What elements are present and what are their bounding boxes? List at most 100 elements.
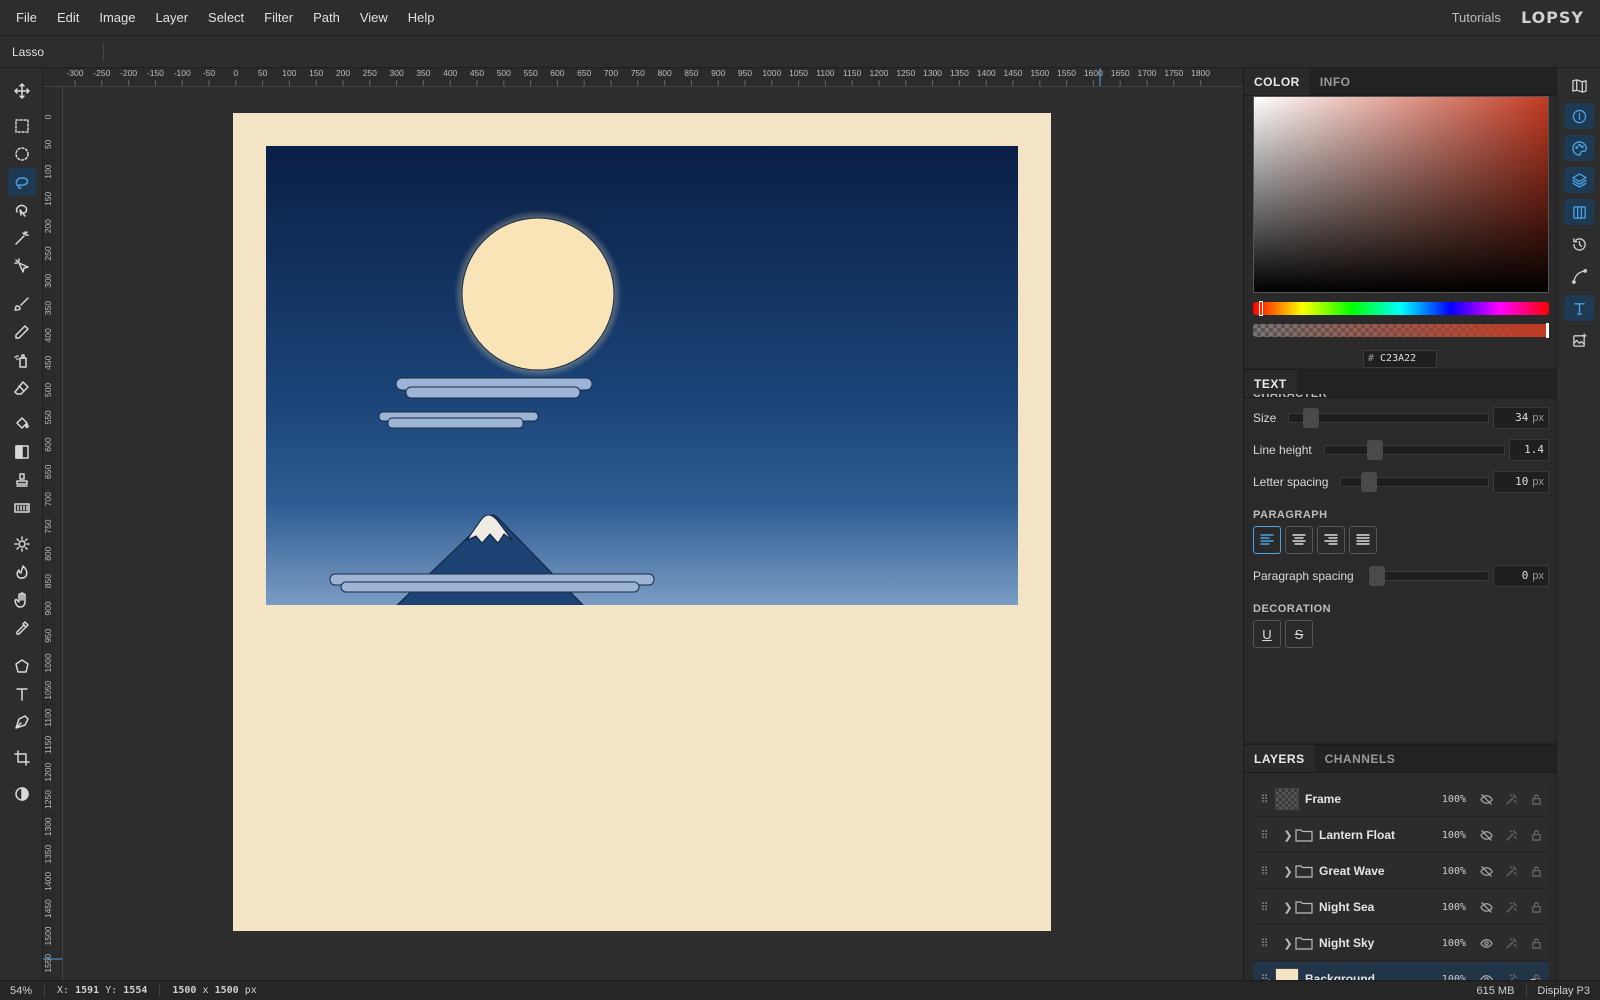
strikethrough-button[interactable]: S	[1285, 620, 1313, 648]
layers-panel-button[interactable]	[1564, 167, 1594, 193]
text-panel-button[interactable]	[1564, 295, 1594, 321]
channels-panel-button[interactable]	[1564, 199, 1594, 225]
menu-layer[interactable]: Layer	[146, 10, 199, 25]
image-panel-button[interactable]	[1564, 327, 1594, 353]
quick-select-tool[interactable]	[8, 252, 36, 280]
tab-channels[interactable]: CHANNELS	[1315, 745, 1406, 772]
chevron-right-icon[interactable]: ❯	[1275, 829, 1295, 842]
gradient-tool[interactable]	[8, 438, 36, 466]
effects-icon[interactable]	[1499, 865, 1524, 878]
layer-opacity[interactable]: 100%	[1426, 902, 1466, 913]
pattern-tool[interactable]	[8, 494, 36, 522]
paragraph-spacing-input[interactable]: 0 px	[1493, 565, 1549, 587]
paths-panel-button[interactable]	[1564, 263, 1594, 289]
layer-opacity[interactable]: 100%	[1426, 794, 1466, 805]
tab-layers[interactable]: LAYERS	[1244, 745, 1315, 772]
dodge-tool[interactable]	[8, 530, 36, 558]
drag-handle-icon[interactable]: ⠿	[1253, 793, 1275, 806]
menu-path[interactable]: Path	[303, 10, 350, 25]
menu-filter[interactable]: Filter	[254, 10, 303, 25]
chevron-right-icon[interactable]: ❯	[1275, 901, 1295, 914]
size-input[interactable]: 34 px	[1493, 407, 1549, 429]
lock-icon[interactable]	[1524, 937, 1549, 950]
line-height-slider[interactable]	[1323, 440, 1505, 460]
alpha-handle[interactable]	[1546, 323, 1549, 338]
pencil-tool[interactable]	[8, 318, 36, 346]
polygon-tool[interactable]	[8, 652, 36, 680]
size-slider[interactable]	[1288, 408, 1489, 428]
menu-image[interactable]: Image	[89, 10, 145, 25]
layer-name[interactable]: Night Sky	[1319, 936, 1426, 950]
eye-off-icon[interactable]	[1474, 793, 1499, 806]
eye-icon[interactable]	[1474, 937, 1499, 950]
lock-icon[interactable]	[1524, 865, 1549, 878]
menu-file[interactable]: File	[0, 10, 47, 25]
lock-icon[interactable]	[1524, 829, 1549, 842]
pen-tool[interactable]	[8, 708, 36, 736]
effects-icon[interactable]	[1499, 937, 1524, 950]
letter-spacing-input[interactable]: 10 px	[1493, 471, 1549, 493]
letter-spacing-slider-knob[interactable]	[1361, 472, 1378, 492]
hue-handle[interactable]	[1259, 301, 1263, 316]
paragraph-spacing-slider-knob[interactable]	[1368, 566, 1385, 586]
tab-text[interactable]: TEXT	[1244, 370, 1297, 397]
layer-row[interactable]: ⠿ ❯ Night Sea 100%	[1253, 890, 1549, 925]
canvas-area[interactable]	[63, 87, 1243, 980]
align-left-button[interactable]	[1253, 526, 1281, 554]
object-select-tool[interactable]	[8, 196, 36, 224]
burn-tool[interactable]	[8, 558, 36, 586]
drag-handle-icon[interactable]: ⠿	[1253, 865, 1275, 878]
contrast-tool[interactable]	[8, 780, 36, 808]
hex-input[interactable]: # C23A22	[1363, 350, 1437, 368]
layer-row[interactable]: ⠿ ❯ Lantern Float 100%	[1253, 818, 1549, 853]
alpha-slider[interactable]	[1253, 323, 1549, 338]
layer-name[interactable]: Night Sea	[1319, 900, 1426, 914]
eyedropper-tool[interactable]	[8, 614, 36, 642]
lasso-tool[interactable]	[8, 168, 36, 196]
layer-opacity[interactable]: 100%	[1426, 830, 1466, 841]
line-height-slider-knob[interactable]	[1366, 440, 1383, 460]
layer-row[interactable]: ⠿ ❯ Great Wave 100%	[1253, 854, 1549, 889]
drag-handle-icon[interactable]: ⠿	[1253, 829, 1275, 842]
layer-row[interactable]: ⠿ Frame 100%	[1253, 782, 1549, 817]
spray-tool[interactable]	[8, 346, 36, 374]
info-panel-button[interactable]	[1564, 103, 1594, 129]
saturation-value-picker[interactable]	[1253, 96, 1549, 293]
crop-tool[interactable]	[8, 744, 36, 772]
effects-icon[interactable]	[1499, 829, 1524, 842]
underline-button[interactable]: U	[1253, 620, 1281, 648]
chevron-right-icon[interactable]: ❯	[1275, 865, 1295, 878]
drag-handle-icon[interactable]: ⠿	[1253, 937, 1275, 950]
layer-name[interactable]: Frame	[1305, 792, 1426, 806]
marquee-tool[interactable]	[8, 112, 36, 140]
layer-name[interactable]: Great Wave	[1319, 864, 1426, 878]
line-height-input[interactable]: 1.4	[1509, 439, 1549, 461]
eye-off-icon[interactable]	[1474, 829, 1499, 842]
lock-icon[interactable]	[1524, 793, 1549, 806]
effects-icon[interactable]	[1499, 901, 1524, 914]
align-right-button[interactable]	[1317, 526, 1345, 554]
color-panel-button[interactable]	[1564, 135, 1594, 161]
lock-icon[interactable]	[1524, 901, 1549, 914]
paragraph-spacing-slider[interactable]	[1365, 566, 1489, 586]
brush-tool[interactable]	[8, 290, 36, 318]
document-canvas[interactable]	[233, 113, 1051, 931]
letter-spacing-slider[interactable]	[1340, 472, 1489, 492]
layer-row[interactable]: ⠿ ❯ Night Sky 100%	[1253, 926, 1549, 961]
layer-opacity[interactable]: 100%	[1426, 866, 1466, 877]
hand-tool[interactable]	[8, 586, 36, 614]
chevron-right-icon[interactable]: ❯	[1275, 937, 1295, 950]
history-panel-button[interactable]	[1564, 231, 1594, 257]
magic-wand-tool[interactable]	[8, 224, 36, 252]
ellipse-select-tool[interactable]	[8, 140, 36, 168]
align-justify-button[interactable]	[1349, 526, 1377, 554]
bucket-tool[interactable]	[8, 410, 36, 438]
menu-help[interactable]: Help	[398, 10, 445, 25]
navigator-panel-button[interactable]	[1564, 72, 1594, 98]
drag-handle-icon[interactable]: ⠿	[1253, 901, 1275, 914]
menu-select[interactable]: Select	[198, 10, 254, 25]
zoom-level[interactable]: 54%	[0, 984, 45, 997]
text-tool[interactable]	[8, 680, 36, 708]
stamp-tool[interactable]	[8, 466, 36, 494]
eraser-tool[interactable]	[8, 374, 36, 402]
